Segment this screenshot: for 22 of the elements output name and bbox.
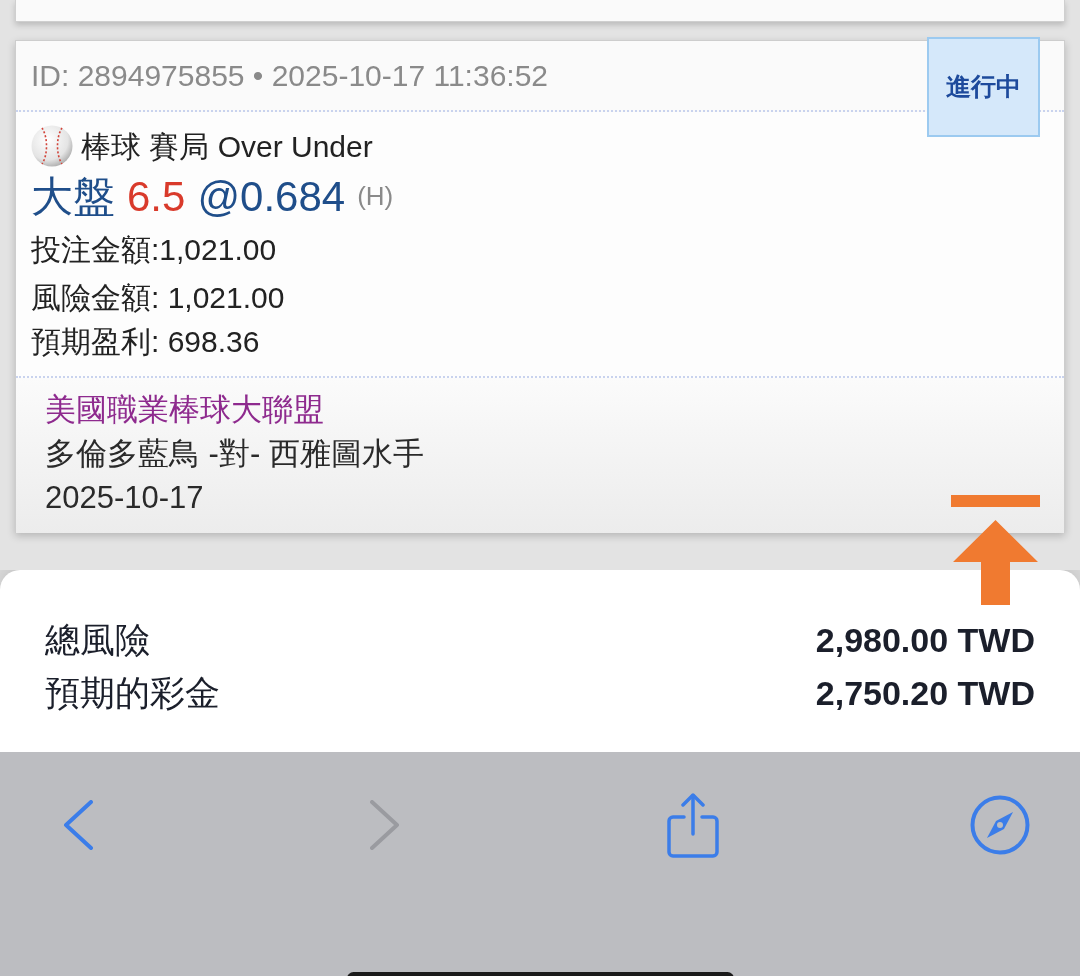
summary-value: 2,750.20 TWD: [815, 672, 1035, 714]
summary-label: 預期的彩金: [45, 671, 220, 714]
compass-icon[interactable]: [970, 795, 1030, 855]
bet-id-timestamp: ID: 2894975855 • 2025-10-17 11:36:52: [31, 58, 549, 94]
up-arrow-bar-icon[interactable]: [951, 495, 1040, 605]
handicap-line: 6.5: [127, 171, 186, 222]
back-icon[interactable]: [63, 800, 93, 850]
match-date: 2025-10-17: [45, 479, 205, 517]
market-name: 棒球 賽局 Over Under: [81, 128, 373, 165]
share-icon[interactable]: [666, 792, 719, 858]
summary-label: 總風險: [45, 618, 150, 661]
bet-detail: 投注金額:1,021.00: [31, 232, 278, 268]
league-name: 美國職業棒球大聯盟: [45, 391, 325, 429]
match-teams: 多倫多藍鳥 -對- 西雅圖水手: [45, 435, 425, 473]
odds-value: @0.684: [197, 171, 346, 222]
bet-detail: 預期盈利: 698.36: [31, 324, 261, 360]
bet-side: 大盤: [31, 171, 115, 222]
home-tag: (H): [357, 176, 394, 216]
bet-detail: 風險金額: 1,021.00: [31, 280, 286, 316]
status-badge: 進行中: [927, 37, 1040, 137]
baseball-icon: [31, 125, 73, 167]
summary-value: 2,980.00 TWD: [815, 619, 1035, 661]
